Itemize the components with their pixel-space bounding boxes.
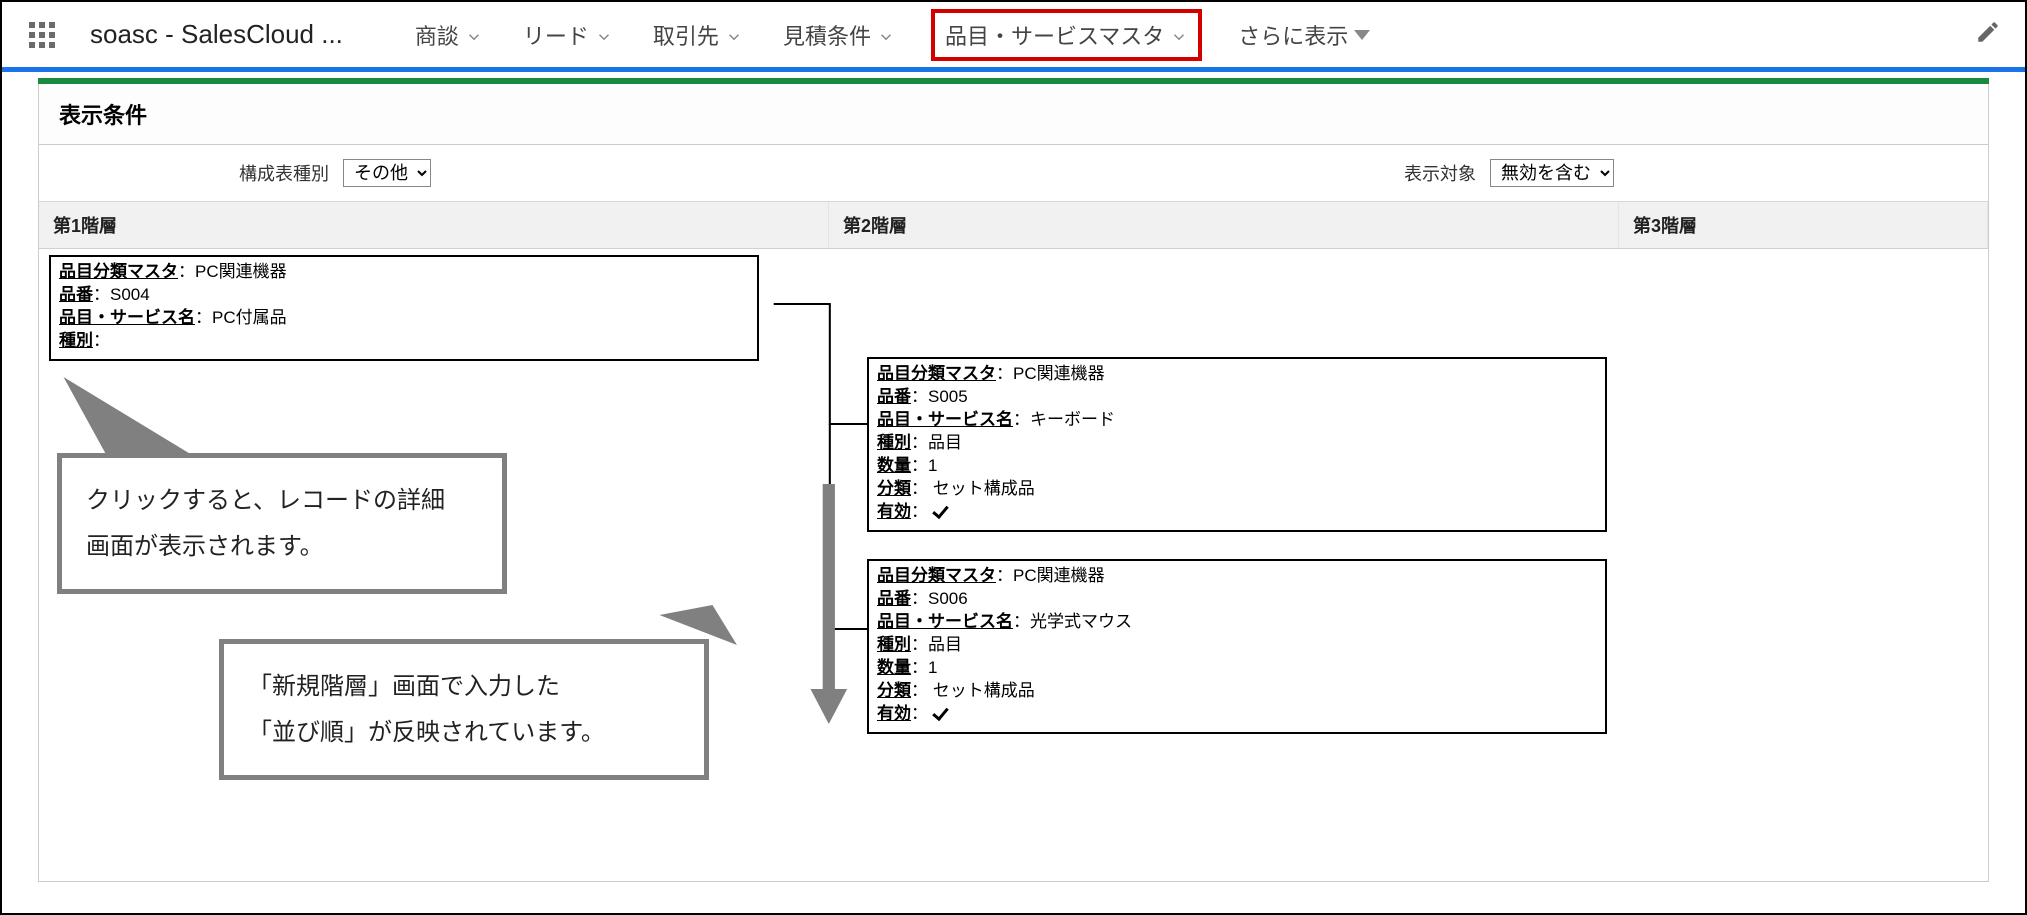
- tab-quote[interactable]: 見積条件: [779, 13, 899, 57]
- tier-header-2: 第2階層: [829, 202, 1619, 248]
- tab-item-service-master[interactable]: 品目・サービスマスタ: [931, 9, 1202, 61]
- label-category: 品目分類マスタ: [877, 566, 996, 585]
- label-name: 品目・サービス名: [877, 612, 1013, 631]
- filter-target-select[interactable]: 無効を含む: [1490, 159, 1614, 187]
- check-icon: [933, 503, 951, 517]
- panel-title: 表示条件: [39, 84, 1988, 145]
- label-qty: 数量: [877, 456, 911, 475]
- value-qty: ：1: [911, 658, 937, 677]
- tier-body: 品目分類マスタ：PC関連機器 品番：S004 品目・サービス名：PC付属品 種別…: [39, 249, 1988, 881]
- check-icon: [933, 705, 951, 719]
- app-title: soasc - SalesCloud ...: [90, 19, 343, 50]
- label-type: 種別: [877, 433, 911, 452]
- filter-composition-label: 構成表種別: [239, 160, 329, 186]
- tab-opportunity[interactable]: 商談: [411, 13, 487, 57]
- value-valid: ：: [911, 704, 928, 723]
- app-launcher-icon[interactable]: [26, 19, 58, 51]
- tab-label: さらに表示: [1238, 19, 1348, 51]
- label-valid: 有効: [877, 704, 911, 723]
- value-category: ：PC関連機器: [178, 262, 287, 281]
- tab-more[interactable]: さらに表示: [1234, 13, 1374, 57]
- label-code: 品番: [59, 285, 93, 304]
- callout-sort-order: 「新規階層」画面で入力した 「並び順」が反映されています。: [219, 639, 709, 780]
- chevron-down-icon: [595, 26, 613, 44]
- chevron-down-icon: [877, 26, 895, 44]
- tab-label: 品目・サービスマスタ: [945, 19, 1164, 51]
- label-name: 品目・サービス名: [877, 410, 1013, 429]
- edit-pencil-icon[interactable]: [1975, 19, 2001, 50]
- value-type: ：品目: [911, 433, 962, 452]
- callout-line: 画面が表示されます。: [86, 524, 478, 570]
- value-type: ：品目: [911, 635, 962, 654]
- label-class: 分類: [877, 479, 911, 498]
- callout-line: クリックすると、レコードの詳細: [86, 478, 478, 524]
- value-category: ：PC関連機器: [996, 364, 1105, 383]
- label-code: 品番: [877, 387, 911, 406]
- value-code: ：S004: [93, 285, 150, 304]
- callout-line: 「並び順」が反映されています。: [248, 710, 680, 756]
- chevron-down-icon: [725, 26, 743, 44]
- label-qty: 数量: [877, 658, 911, 677]
- label-type: 種別: [877, 635, 911, 654]
- value-name: ：光学式マウス: [1013, 612, 1132, 631]
- chevron-down-icon: [1170, 26, 1188, 44]
- filter-target-label: 表示対象: [1404, 160, 1476, 186]
- main-panel: 表示条件 構成表種別 その他 表示対象 無効を含む 第1階層 第2階層 第3階層: [38, 84, 1989, 882]
- tier-headers: 第1階層 第2階層 第3階層: [39, 202, 1988, 249]
- nav-tabs: 商談 リード 取引先 見積条件 品目・サービスマスタ: [411, 9, 1947, 61]
- label-class: 分類: [877, 681, 911, 700]
- value-qty: ：1: [911, 456, 937, 475]
- tab-label: リード: [523, 19, 589, 51]
- tab-lead[interactable]: リード: [519, 13, 617, 57]
- value-valid: ：: [911, 502, 928, 521]
- tab-label: 見積条件: [783, 19, 871, 51]
- label-category: 品目分類マスタ: [59, 262, 178, 281]
- triangle-down-icon: [1354, 30, 1370, 40]
- topbar: soasc - SalesCloud ... 商談 リード 取引先 見積条件: [2, 2, 2025, 72]
- tier-header-1: 第1階層: [39, 202, 829, 248]
- label-type: 種別: [59, 331, 93, 350]
- value-class: ： セット構成品: [911, 479, 1035, 498]
- tab-label: 取引先: [653, 19, 719, 51]
- value-code: ：S005: [911, 387, 968, 406]
- value-category: ：PC関連機器: [996, 566, 1105, 585]
- tier-header-3: 第3階層: [1619, 202, 1988, 248]
- callout-line: 「新規階層」画面で入力した: [248, 664, 680, 710]
- label-name: 品目・サービス名: [59, 308, 195, 327]
- callout-detail-screen: クリックすると、レコードの詳細 画面が表示されます。: [57, 453, 507, 594]
- item-card-tier2-a[interactable]: 品目分類マスタ：PC関連機器 品番：S005 品目・サービス名：キーボード 種別…: [867, 357, 1607, 532]
- label-code: 品番: [877, 589, 911, 608]
- filter-row: 構成表種別 その他 表示対象 無効を含む: [39, 145, 1988, 202]
- tab-label: 商談: [415, 19, 459, 51]
- label-category: 品目分類マスタ: [877, 364, 996, 383]
- value-name: ：PC付属品: [195, 308, 287, 327]
- value-code: ：S006: [911, 589, 968, 608]
- item-card-tier1[interactable]: 品目分類マスタ：PC関連機器 品番：S004 品目・サービス名：PC付属品 種別…: [49, 255, 759, 361]
- label-valid: 有効: [877, 502, 911, 521]
- value-type: ：: [93, 331, 110, 350]
- item-card-tier2-b[interactable]: 品目分類マスタ：PC関連機器 品番：S006 品目・サービス名：光学式マウス 種…: [867, 559, 1607, 734]
- value-name: ：キーボード: [1013, 410, 1115, 429]
- filter-composition-select[interactable]: その他: [343, 159, 431, 187]
- tab-account[interactable]: 取引先: [649, 13, 747, 57]
- value-class: ： セット構成品: [911, 681, 1035, 700]
- chevron-down-icon: [465, 26, 483, 44]
